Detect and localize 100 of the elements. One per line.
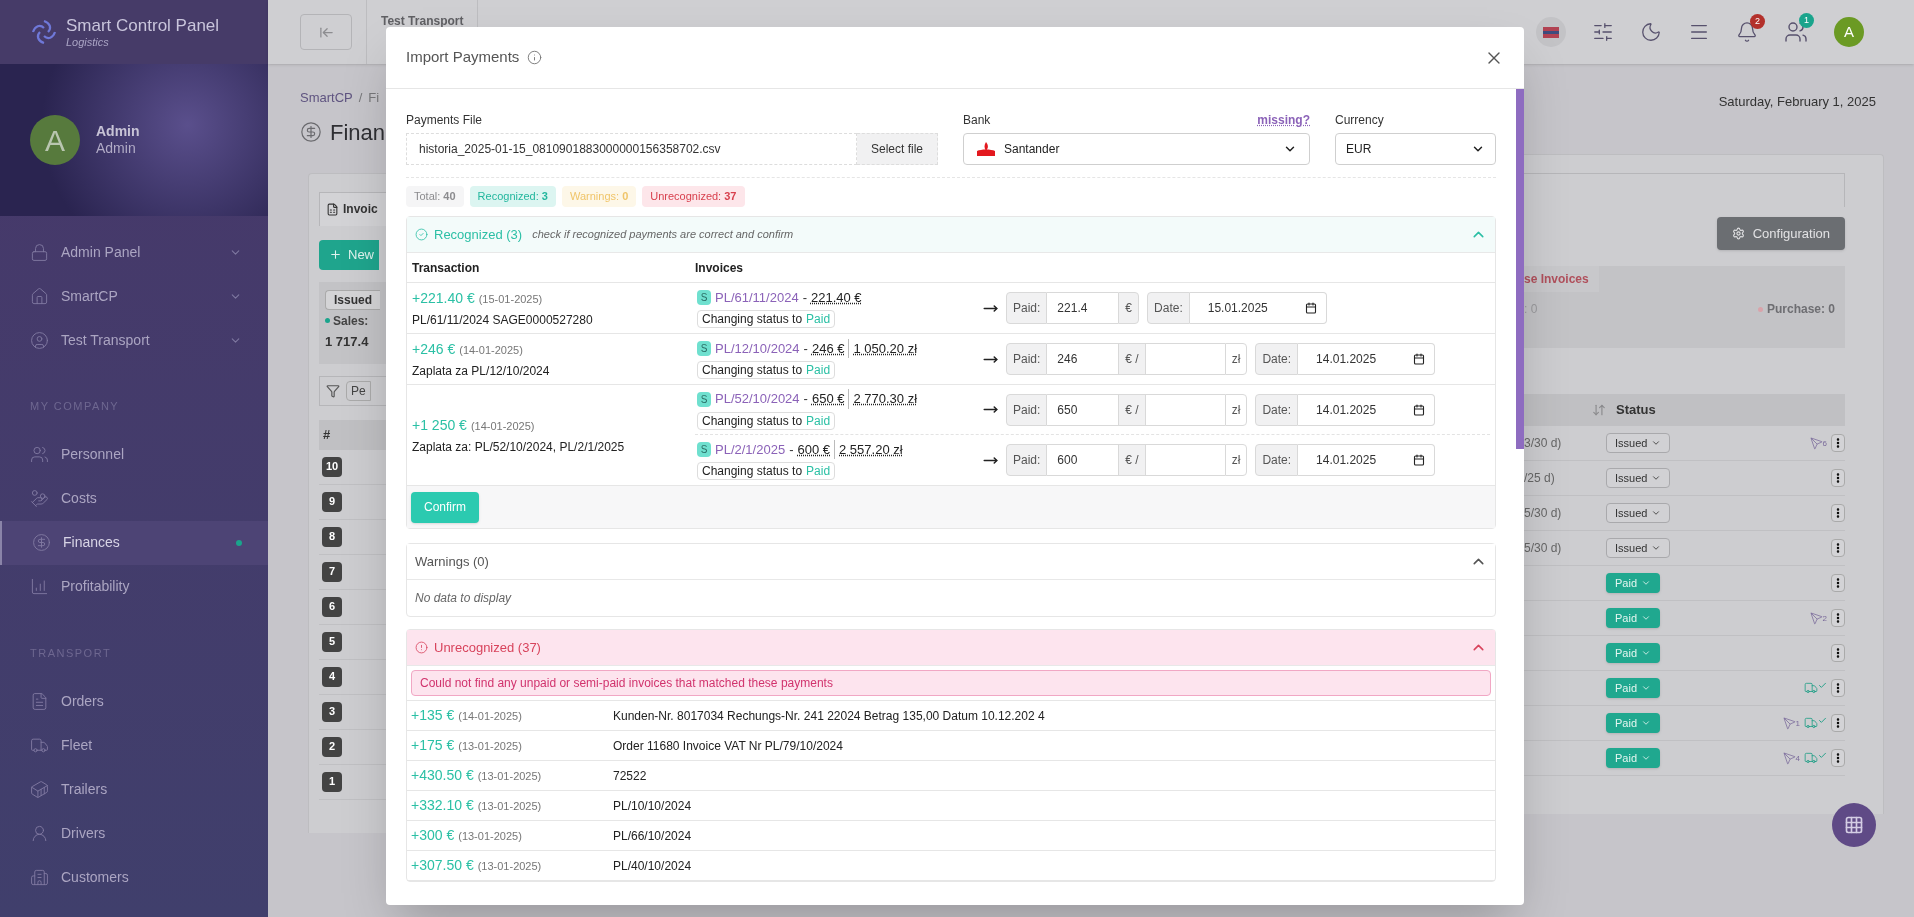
paid-label: Paid:: [1006, 292, 1048, 324]
status-dropdown[interactable]: Paid: [1606, 678, 1661, 698]
invoice-link[interactable]: PL/2/1/2025: [715, 439, 786, 460]
date-input[interactable]: 15.01.2025: [1189, 292, 1327, 324]
missing-bank-link[interactable]: missing?: [1257, 111, 1310, 129]
nav-item[interactable]: Orders: [0, 679, 268, 723]
row-menu-button[interactable]: [1831, 644, 1845, 662]
bank-select[interactable]: Santander: [963, 133, 1310, 165]
status-dropdown[interactable]: Issued: [1606, 538, 1671, 558]
row-menu-button[interactable]: [1831, 574, 1845, 592]
transaction-description: Order 11680 Invoice VAT Nr PL/79/10/2024: [613, 737, 844, 755]
plus-icon: [329, 248, 342, 261]
moon-icon[interactable]: [1640, 21, 1662, 43]
nav-item[interactable]: Finances: [0, 520, 268, 565]
nav-item[interactable]: SmartCP: [0, 274, 268, 318]
section-header[interactable]: Warnings (0): [407, 544, 1495, 580]
paid-amount-input[interactable]: 246: [1047, 343, 1119, 375]
paid-amount-input[interactable]: 650: [1047, 393, 1119, 426]
house-icon: [30, 286, 49, 306]
invoice-link[interactable]: PL/52/10/2024: [715, 389, 800, 409]
nav-item[interactable]: Profitability: [0, 564, 268, 609]
nav-item[interactable]: Customers: [0, 855, 268, 899]
invoice-link[interactable]: PL/61/11/2024: [715, 287, 799, 308]
sliders-icon[interactable]: [1592, 21, 1614, 43]
select-file-button[interactable]: Select file: [856, 133, 938, 165]
logo-icon: [30, 18, 58, 46]
status-note-text: Changing status to: [702, 362, 803, 380]
breadcrumb-link[interactable]: SmartCP: [300, 88, 353, 108]
nav-item[interactable]: Admin Panel: [0, 230, 268, 274]
section-header[interactable]: Unrecognized (37): [407, 630, 1495, 666]
configuration-button[interactable]: Configuration: [1716, 217, 1845, 250]
row-menu-button[interactable]: [1831, 714, 1845, 732]
nav-item[interactable]: Fleet: [0, 723, 268, 767]
apps-button[interactable]: [1832, 803, 1876, 847]
status-dropdown[interactable]: Paid: [1606, 573, 1661, 593]
count-chip: Recognized: 3: [469, 186, 556, 207]
pln-amount-input[interactable]: [1145, 393, 1225, 426]
transaction-date: (14-01-2025): [470, 418, 535, 434]
user-icon: [30, 330, 49, 350]
row-number-badge: 7: [322, 561, 342, 582]
purchase-tab[interactable]: se Invoices: [1524, 266, 1599, 292]
invoice-amount-pln: 1 050.20 zł: [848, 338, 918, 359]
column-header: Transaction: [412, 259, 481, 277]
nav-item[interactable]: Personnel: [0, 432, 268, 477]
row-menu-button[interactable]: [1831, 609, 1845, 627]
scrollbar-thumb[interactable]: [1516, 89, 1524, 449]
issued-chip[interactable]: Issued: [325, 289, 380, 310]
nav-item[interactable]: Test Transport: [0, 318, 268, 362]
pln-amount-input[interactable]: [1145, 444, 1225, 476]
sent-icon: [1809, 436, 1823, 450]
file-name-input[interactable]: historia_2025-01-15_0810901883000000156358702.csv: [406, 133, 857, 165]
chart-icon: [30, 577, 49, 596]
status-dropdown[interactable]: Issued: [1606, 433, 1671, 453]
nav-item[interactable]: Drivers: [0, 811, 268, 855]
invoices-tab[interactable]: Invoic: [319, 191, 386, 226]
language-flag-icon[interactable]: [1536, 17, 1566, 47]
sales-value: 1 717.4: [325, 332, 370, 351]
row-number-badge: 2: [322, 736, 342, 757]
row-menu-button[interactable]: [1831, 469, 1845, 487]
nav-item[interactable]: Trailers: [0, 767, 268, 811]
paid-amount-input[interactable]: 221.4: [1047, 292, 1119, 324]
row-number-badge: 9: [322, 491, 342, 512]
status-dropdown[interactable]: Paid: [1606, 608, 1661, 628]
date-input[interactable]: 14.01.2025: [1298, 343, 1436, 375]
invoice-type-badge: S: [697, 341, 711, 356]
purchase-count: Purchase: 0: [1766, 301, 1835, 318]
filter-chip[interactable]: Pe: [346, 380, 371, 401]
status-dropdown[interactable]: Paid: [1606, 643, 1661, 663]
row-menu-button[interactable]: [1831, 679, 1845, 697]
transaction-description: Kunden-Nr. 8017034 Rechungs-Nr. 241 22024 Betrag 135,00 Datum 10.12.202 4: [613, 707, 1046, 725]
status-dropdown[interactable]: Paid: [1606, 713, 1661, 733]
status-dropdown[interactable]: Issued: [1606, 503, 1671, 523]
payment-term: /25 d): [1524, 470, 1556, 487]
new-invoice-button[interactable]: New: [319, 239, 379, 270]
document-icon: [30, 691, 49, 711]
row-menu-button[interactable]: [1831, 539, 1845, 557]
invoice-type-badge: S: [697, 442, 711, 457]
payment-term: 3/30 d): [1524, 435, 1563, 452]
nav-item[interactable]: Costs: [0, 476, 268, 521]
status-dropdown[interactable]: Paid: [1606, 748, 1661, 768]
calendar-icon: [1413, 454, 1426, 466]
row-menu-button[interactable]: [1831, 504, 1845, 522]
row-number-badge: 10: [322, 456, 342, 477]
paid-amount-input[interactable]: 600: [1047, 444, 1119, 476]
section-header[interactable]: Recognized (3) check if recognized payments are correct and confirm: [407, 217, 1495, 253]
info-icon[interactable]: [527, 50, 543, 65]
brand-subtitle: Logistics: [66, 35, 110, 50]
account-avatar[interactable]: A: [1834, 17, 1864, 47]
new-status: Paid: [806, 311, 831, 329]
status-dropdown[interactable]: Issued: [1606, 468, 1671, 488]
notification-badge: 2: [1750, 14, 1765, 29]
currency-select[interactable]: EUR: [1335, 133, 1496, 165]
invoice-type-badge: S: [697, 290, 711, 305]
row-menu-button[interactable]: [1831, 749, 1845, 767]
invoice-link[interactable]: PL/12/10/2024: [715, 338, 800, 359]
filter-icon[interactable]: [326, 383, 340, 398]
pln-amount-input[interactable]: [1145, 343, 1225, 375]
row-menu-button[interactable]: [1831, 434, 1845, 452]
date-input[interactable]: 14.01.2025: [1298, 393, 1436, 426]
date-input[interactable]: 14.01.2025: [1298, 444, 1436, 476]
